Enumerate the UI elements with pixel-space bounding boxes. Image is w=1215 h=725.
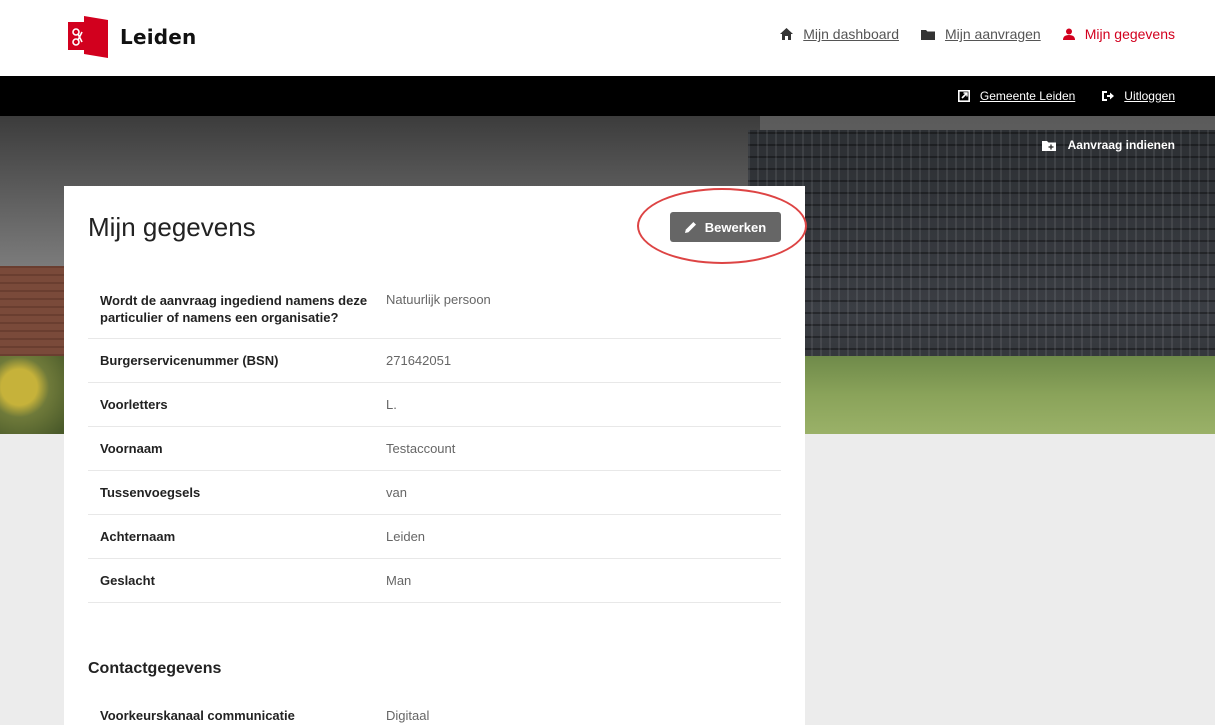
logout-link[interactable]: Uitloggen xyxy=(1101,89,1175,103)
link-gemeente-leiden-label: Gemeente Leiden xyxy=(979,89,1076,103)
aanvraag-indienen-link[interactable]: Aanvraag indienen xyxy=(1041,138,1175,152)
home-icon xyxy=(780,28,794,40)
detail-row: Voorletters L. xyxy=(88,383,781,427)
logout-icon xyxy=(1102,91,1115,101)
nav-dashboard-label: Mijn dashboard xyxy=(803,26,899,42)
contact-row: Voorkeurskanaal communicatie Digitaal xyxy=(100,708,429,723)
detail-row: Achternaam Leiden xyxy=(88,515,781,559)
folder-plus-icon xyxy=(1041,140,1056,151)
detail-row: Wordt de aanvraag ingediend namens deze … xyxy=(88,282,781,339)
detail-value: Natuurlijk persoon xyxy=(386,292,491,307)
detail-key: Voorletters xyxy=(100,397,168,412)
main-nav: Mijn dashboard Mijn aanvragen Mijn gegev… xyxy=(780,26,1175,42)
contact-section-title: Contactgegevens xyxy=(88,660,222,677)
detail-value: Digitaal xyxy=(386,708,430,723)
detail-key: Wordt de aanvraag ingediend namens deze … xyxy=(100,293,368,325)
logout-label: Uitloggen xyxy=(1124,89,1175,103)
leiden-logo[interactable]: Leiden xyxy=(68,16,196,58)
utility-bar: Gemeente Leiden Uitloggen xyxy=(0,76,1215,116)
detail-row: Burgerservicenummer (BSN) 271642051 xyxy=(88,339,781,383)
external-link-icon xyxy=(957,90,970,102)
detail-key: Tussenvoegsels xyxy=(100,485,201,500)
detail-key: Voorkeurskanaal communicatie xyxy=(100,708,295,723)
nav-gegevens-label: Mijn gegevens xyxy=(1084,26,1175,42)
detail-value: Man xyxy=(386,573,412,588)
detail-key: Voornaam xyxy=(100,441,163,456)
leiden-keys-logo-icon xyxy=(68,16,108,58)
detail-key: Burgerservicenummer (BSN) xyxy=(100,353,279,368)
hero-lawn xyxy=(748,356,1215,434)
detail-value: Testaccount xyxy=(386,441,456,456)
header: Leiden Mijn dashboard Mijn aanvragen Mij… xyxy=(0,0,1215,76)
detail-key: Geslacht xyxy=(100,573,155,588)
utility-nav: Gemeente Leiden Uitloggen xyxy=(957,76,1175,116)
hero-bushes xyxy=(0,356,64,434)
profile-card: Mijn gegevens Bewerken Wordt de aanvraag… xyxy=(64,186,807,725)
user-icon xyxy=(1062,28,1075,40)
detail-row: Geslacht Man xyxy=(88,559,781,603)
detail-value: 271642051 xyxy=(386,353,452,368)
nav-dashboard[interactable]: Mijn dashboard xyxy=(780,26,899,42)
nav-gegevens[interactable]: Mijn gegevens xyxy=(1062,26,1175,42)
edit-button[interactable]: Bewerken xyxy=(670,212,781,242)
detail-value: L. xyxy=(386,397,397,412)
brand-name: Leiden xyxy=(120,25,197,49)
detail-row: Tussenvoegsels van xyxy=(88,471,781,515)
edit-button-label: Bewerken xyxy=(704,219,767,235)
detail-row: Voornaam Testaccount xyxy=(88,427,781,471)
nav-aanvragen[interactable]: Mijn aanvragen xyxy=(920,26,1041,42)
aanvraag-indienen-label: Aanvraag indienen xyxy=(1067,138,1175,152)
personal-details-list: Wordt de aanvraag ingediend namens deze … xyxy=(88,282,781,603)
nav-aanvragen-label: Mijn aanvragen xyxy=(944,26,1041,42)
pencil-icon xyxy=(684,222,696,233)
detail-key: Achternaam xyxy=(100,529,176,544)
page-title: Mijn gegevens xyxy=(88,212,256,242)
link-gemeente-leiden[interactable]: Gemeente Leiden xyxy=(957,89,1076,103)
detail-value: van xyxy=(386,485,407,500)
folder-icon xyxy=(920,29,935,40)
detail-value: Leiden xyxy=(386,529,426,544)
